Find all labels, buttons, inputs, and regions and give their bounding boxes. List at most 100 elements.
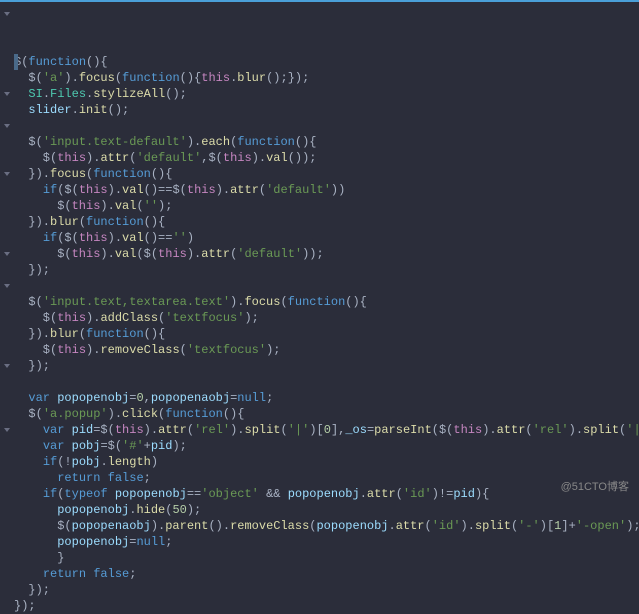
- token-kw: function: [86, 327, 144, 341]
- fold-arrow-icon[interactable]: [0, 246, 14, 262]
- token-kw: function: [122, 71, 180, 85]
- code-line[interactable]: SI.Files.stylizeAll();: [14, 86, 639, 102]
- token-p: ).: [86, 343, 100, 357]
- token-p: [14, 471, 57, 485]
- token-p: &&: [259, 487, 288, 501]
- token-str: '|': [626, 423, 639, 437]
- token-p: [14, 183, 43, 197]
- code-line[interactable]: }).focus(function(){: [14, 166, 639, 182]
- code-line[interactable]: }: [14, 550, 639, 566]
- token-str: '#': [122, 439, 144, 453]
- code-line[interactable]: [14, 374, 639, 390]
- code-line[interactable]: $(popopenaobj).parent().removeClass(popo…: [14, 518, 639, 534]
- token-kw: return: [43, 567, 86, 581]
- token-p: ).: [187, 135, 201, 149]
- token-str: 'rel': [194, 423, 230, 437]
- token-p: (: [180, 343, 187, 357]
- code-line[interactable]: }).blur(function(){: [14, 214, 639, 230]
- fold-arrow-icon[interactable]: [0, 86, 14, 102]
- code-line[interactable]: });: [14, 262, 639, 278]
- token-p: ).: [230, 423, 244, 437]
- code-line[interactable]: }).blur(function(){: [14, 326, 639, 342]
- token-prop: length: [108, 455, 151, 469]
- token-str: 'rel': [533, 423, 569, 437]
- code-line[interactable]: popopenobj=null;: [14, 534, 639, 550]
- fold-arrow-icon[interactable]: [0, 278, 14, 294]
- gutter-blank: [0, 406, 14, 422]
- token-str: '|': [288, 423, 310, 437]
- token-kw: function: [237, 135, 295, 149]
- code-line[interactable]: [14, 278, 639, 294]
- token-this: this: [79, 231, 108, 245]
- token-kw: if: [43, 487, 57, 501]
- code-line[interactable]: });: [14, 598, 639, 614]
- code-line[interactable]: if(!pobj.length): [14, 454, 639, 470]
- code-line[interactable]: popopenobj.hide(50);: [14, 502, 639, 518]
- fold-arrow-icon[interactable]: [0, 358, 14, 374]
- fold-arrow-icon[interactable]: [0, 166, 14, 182]
- code-line[interactable]: var pid=$(this).attr('rel').split('|')[0…: [14, 422, 639, 438]
- token-var: _os: [345, 423, 367, 437]
- token-p: (: [525, 423, 532, 437]
- token-p: ());: [288, 151, 317, 165]
- code-line[interactable]: $(this).attr('default',$(this).val());: [14, 150, 639, 166]
- code-line[interactable]: slider.init();: [14, 102, 639, 118]
- code-line[interactable]: [14, 118, 639, 134]
- token-p: .: [100, 455, 107, 469]
- code-line[interactable]: });: [14, 358, 639, 374]
- token-p: (: [511, 519, 518, 533]
- token-p: [14, 439, 43, 453]
- gutter-blank: [0, 54, 14, 70]
- token-p: ==: [187, 487, 201, 501]
- token-var: pobj: [72, 455, 101, 469]
- code-line[interactable]: var popopenobj=0,popopenaobj=null;: [14, 390, 639, 406]
- token-var: popopenobj: [57, 391, 129, 405]
- token-this: this: [79, 183, 108, 197]
- token-p: .: [72, 103, 79, 117]
- token-p: ).: [216, 183, 230, 197]
- code-line[interactable]: if($(this).val()==$(this).attr('default'…: [14, 182, 639, 198]
- token-p: );: [158, 199, 172, 213]
- code-line[interactable]: $(this).val($(this).attr('default'));: [14, 246, 639, 262]
- gutter-blank: [0, 438, 14, 454]
- token-p: (: [187, 423, 194, 437]
- code-line[interactable]: var pobj=$('#'+pid);: [14, 438, 639, 454]
- fold-arrow-icon[interactable]: [0, 422, 14, 438]
- code-line[interactable]: });: [14, 582, 639, 598]
- token-fn: removeClass: [100, 343, 179, 357]
- token-p: ()==: [144, 231, 173, 245]
- token-p: $(: [14, 199, 72, 213]
- token-str: '': [172, 231, 186, 245]
- gutter-blank: [0, 214, 14, 230]
- gutter-blank: [0, 70, 14, 86]
- code-line[interactable]: return false;: [14, 566, 639, 582]
- code-line[interactable]: $('a.popup').click(function(){: [14, 406, 639, 422]
- fold-arrow-icon[interactable]: [0, 118, 14, 134]
- token-p: $(: [14, 343, 57, 357]
- code-editor[interactable]: $(function(){ $('a').focus(function(){th…: [0, 2, 639, 500]
- code-line[interactable]: $(this).addClass('textfocus');: [14, 310, 639, 326]
- code-line[interactable]: $(function(){: [14, 54, 639, 70]
- token-var: pid: [151, 439, 173, 453]
- gutter-blank: [0, 102, 14, 118]
- code-area[interactable]: $(function(){ $('a').focus(function(){th…: [14, 2, 639, 500]
- code-line[interactable]: if($(this).val()==''): [14, 230, 639, 246]
- code-line[interactable]: return false;: [14, 470, 639, 486]
- token-str: 'input.text-default': [43, 135, 187, 149]
- token-fn: each: [201, 135, 230, 149]
- fold-arrow-icon[interactable]: [0, 6, 14, 22]
- token-p: ).: [86, 151, 100, 165]
- code-line[interactable]: $('input.text,textarea.text').focus(func…: [14, 294, 639, 310]
- token-fn: val: [115, 199, 137, 213]
- token-p: $(: [14, 295, 43, 309]
- code-line[interactable]: $(this).removeClass('textfocus');: [14, 342, 639, 358]
- code-line[interactable]: $('input.text-default').each(function(){: [14, 134, 639, 150]
- code-line[interactable]: $('a').focus(function(){this.blur();});: [14, 70, 639, 86]
- gutter-blank: [0, 502, 14, 518]
- token-p: [14, 535, 57, 549]
- code-line[interactable]: $(this).val('');: [14, 198, 639, 214]
- token-p: });: [14, 599, 36, 613]
- token-kw: if: [43, 183, 57, 197]
- token-fn: val: [122, 183, 144, 197]
- token-p: (){: [295, 135, 317, 149]
